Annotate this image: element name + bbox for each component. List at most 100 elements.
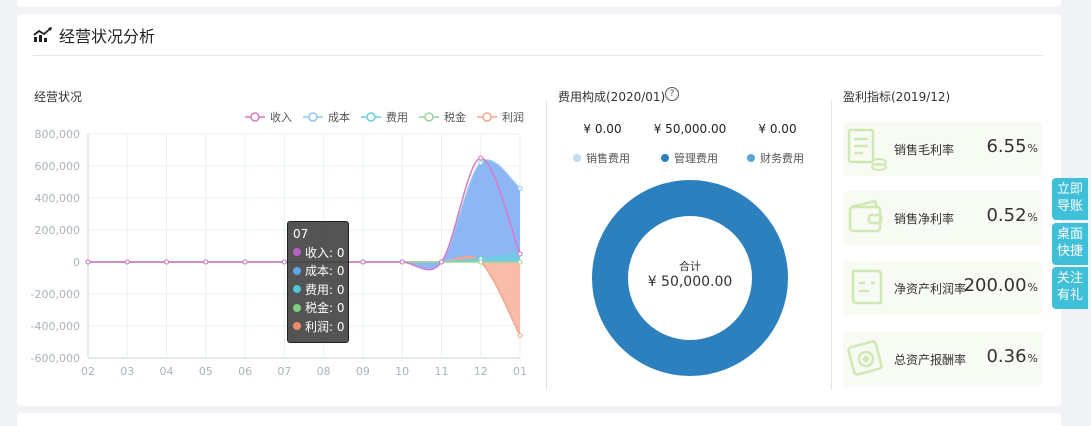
tooltip-row: 费用: 0 xyxy=(293,280,348,299)
indicator-panel-title: 盈利指标(2019/12) xyxy=(843,90,951,104)
indicator-value: 0.52% xyxy=(986,205,1038,226)
y-tick-label: 600,000 xyxy=(35,160,81,173)
side-button-follow-gift[interactable]: 关注 有礼 xyxy=(1052,267,1088,309)
indicator-value: 200.00% xyxy=(963,275,1038,296)
y-tick-label: 200,000 xyxy=(35,224,81,237)
x-tick-label: 11 xyxy=(434,365,448,378)
tooltip-row: 成本: 0 xyxy=(293,262,348,281)
series-point xyxy=(85,259,91,265)
x-tick-label: 02 xyxy=(81,365,95,378)
legend-label: 税金 xyxy=(444,110,466,124)
legend-item-finance[interactable]: 财务费用 xyxy=(747,150,804,166)
legend-label: 收入 xyxy=(270,110,292,124)
legend-label: 管理费用 xyxy=(674,152,718,165)
legend-marker xyxy=(424,112,434,122)
y-tick-label: 0 xyxy=(73,256,80,269)
indicator-net-margin: 销售净利率 0.52% xyxy=(843,191,1042,245)
tooltip-dot xyxy=(293,248,301,257)
series-point xyxy=(438,259,444,265)
side-button-desktop-shortcut[interactable]: 桌面 快捷 xyxy=(1052,223,1088,265)
legend-dot xyxy=(747,154,755,162)
indicator-roe: 净资产利润率 200.00% xyxy=(843,261,1042,315)
x-tick-label: 09 xyxy=(356,365,370,378)
series-point xyxy=(164,259,170,265)
next-card-edge xyxy=(17,413,1061,426)
panel-divider xyxy=(831,100,832,390)
indicator-value: 6.55% xyxy=(986,136,1038,157)
stamp-icon xyxy=(847,340,883,376)
y-tick-label: 800,000 xyxy=(35,128,81,141)
series-point xyxy=(517,251,523,257)
y-tick-label: 400,000 xyxy=(35,192,81,205)
legend-label: 利润 xyxy=(502,110,524,124)
card-header: 经营状况分析 xyxy=(33,14,1043,56)
indicator-roa: 总资产报酬率 0.36% xyxy=(843,332,1042,386)
section-title: 经营状况分析 xyxy=(59,26,156,46)
side-button-import[interactable]: 立即 导账 xyxy=(1052,178,1088,220)
expense-panel-title: 费用构成(2020/01) xyxy=(558,90,666,104)
tooltip-row-label: 税金: 0 xyxy=(305,301,345,316)
x-tick-label: 08 xyxy=(317,365,331,378)
tooltip-dot xyxy=(293,303,301,312)
trend-chart-icon xyxy=(33,26,52,42)
tooltip-row-label: 费用: 0 xyxy=(305,282,345,297)
y-tick-label: -600,000 xyxy=(31,352,80,365)
invoice-coins-icon xyxy=(847,128,887,171)
tooltip-dot xyxy=(293,266,301,275)
tooltip-dot xyxy=(293,322,301,331)
indicator-label: 销售净利率 xyxy=(894,212,955,226)
series-point xyxy=(360,259,366,265)
legend-marker xyxy=(366,112,376,122)
x-tick-label: 01 xyxy=(513,365,527,378)
expense-amount-admin: ¥ 50,000.00 xyxy=(653,122,727,136)
legend-label: 销售费用 xyxy=(586,152,630,165)
expense-amount-finance: ¥ 0.00 xyxy=(758,122,797,136)
series-point xyxy=(203,259,209,265)
legend-marker xyxy=(250,112,260,122)
legend-item-admin[interactable]: 管理费用 xyxy=(661,150,718,166)
operation-chart[interactable]: 800,000 600,000 400,000 200,000 0 -200,000 -40… xyxy=(30,100,530,385)
series-point xyxy=(399,259,405,265)
tooltip-row: 利润: 0 xyxy=(293,317,348,336)
x-tick-label: 05 xyxy=(199,365,213,378)
indicator-label: 总资产报酬率 xyxy=(894,353,967,367)
indicator-gross-margin: 销售毛利率 6.55% xyxy=(843,122,1042,176)
series-point xyxy=(478,160,484,166)
donut-center-label: 合计 xyxy=(679,260,701,273)
tooltip-dot xyxy=(293,285,301,294)
legend-marker xyxy=(308,112,318,122)
previous-card-edge xyxy=(17,0,1061,7)
series-point xyxy=(124,259,130,265)
legend-dot xyxy=(661,154,669,162)
tooltip-row-label: 收入: 0 xyxy=(305,245,345,260)
tooltip-row: 收入: 0 xyxy=(293,243,348,262)
donut-center-value: ¥ 50,000.00 xyxy=(647,274,733,290)
series-point xyxy=(517,185,523,191)
scroll-icon xyxy=(851,269,883,305)
legend-marker xyxy=(482,112,492,122)
indicator-label: 销售毛利率 xyxy=(894,143,955,157)
series-point xyxy=(478,259,484,265)
question-circle-icon[interactable]: ? xyxy=(665,87,679,101)
tooltip-row-label: 利润: 0 xyxy=(305,319,345,334)
tooltip-row-label: 成本: 0 xyxy=(305,264,345,279)
legend-label: 成本 xyxy=(328,110,350,124)
x-tick-label: 03 xyxy=(120,365,134,378)
expense-amount-sales: ¥ 0.00 xyxy=(583,122,622,136)
y-tick-label: -200,000 xyxy=(31,288,80,301)
indicator-value: 0.36% xyxy=(986,346,1038,367)
legend-dot xyxy=(573,154,581,162)
series-point xyxy=(517,259,523,265)
wallet-icon xyxy=(848,199,883,233)
tooltip-title: 07 xyxy=(293,227,309,241)
panel-divider xyxy=(546,100,547,390)
tooltip-row: 税金: 0 xyxy=(293,299,348,318)
legend-item-sales[interactable]: 销售费用 xyxy=(573,150,630,166)
x-tick-label: 10 xyxy=(395,365,409,378)
y-tick-label: -400,000 xyxy=(31,320,80,333)
x-tick-label: 07 xyxy=(277,365,291,378)
series-point xyxy=(517,333,523,339)
series-point xyxy=(242,259,248,265)
chart-tooltip: 07 收入: 0 成本: 0 费用: 0 税金: 0 利润: 0 xyxy=(287,221,349,343)
legend-label: 财务费用 xyxy=(760,152,804,165)
